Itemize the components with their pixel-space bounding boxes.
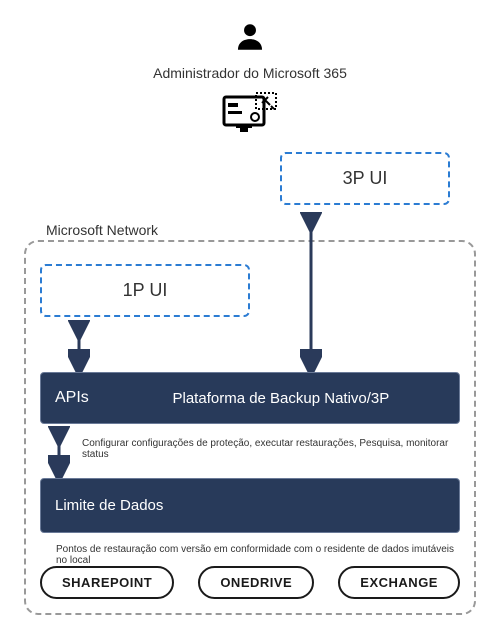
computer-admin-icon bbox=[222, 91, 278, 140]
admin-title: Administrador do Microsoft 365 bbox=[20, 65, 480, 81]
service-onedrive: ONEDRIVE bbox=[198, 566, 314, 599]
apis-bar: APIs Plataforma de Backup Nativo/3P bbox=[40, 372, 460, 424]
network-label: Microsoft Network bbox=[42, 222, 162, 238]
data-limit-label: Limite de Dados bbox=[55, 497, 163, 514]
apis-label: APIs bbox=[55, 389, 89, 407]
first-party-ui-box: 1P UI bbox=[40, 264, 250, 317]
third-party-ui-box: 3P UI bbox=[280, 152, 450, 205]
person-icon bbox=[233, 20, 267, 59]
arrow-apis-datalimit bbox=[48, 426, 70, 478]
ui-row: 3P UI bbox=[20, 152, 480, 212]
first-party-ui-label: 1P UI bbox=[123, 280, 168, 301]
services-row: SHAREPOINT ONEDRIVE EXCHANGE bbox=[40, 566, 460, 599]
service-sharepoint: SHAREPOINT bbox=[40, 566, 174, 599]
service-exchange: EXCHANGE bbox=[338, 566, 460, 599]
platform-label: Plataforma de Backup Nativo/3P bbox=[117, 390, 445, 407]
admin-section: Administrador do Microsoft 365 bbox=[20, 20, 480, 144]
apis-description: Configurar configurações de proteção, ex… bbox=[82, 438, 460, 460]
data-limit-description: Pontos de restauração com versão em conf… bbox=[56, 544, 456, 566]
arrow-3p-apis bbox=[300, 212, 322, 372]
arrow-1p-apis bbox=[68, 320, 90, 372]
network-box: 1P UI APIs Plataforma de Backup Nativo/3… bbox=[24, 240, 476, 615]
data-limit-bar: Limite de Dados bbox=[40, 478, 460, 533]
third-party-ui-label: 3P UI bbox=[343, 168, 388, 189]
